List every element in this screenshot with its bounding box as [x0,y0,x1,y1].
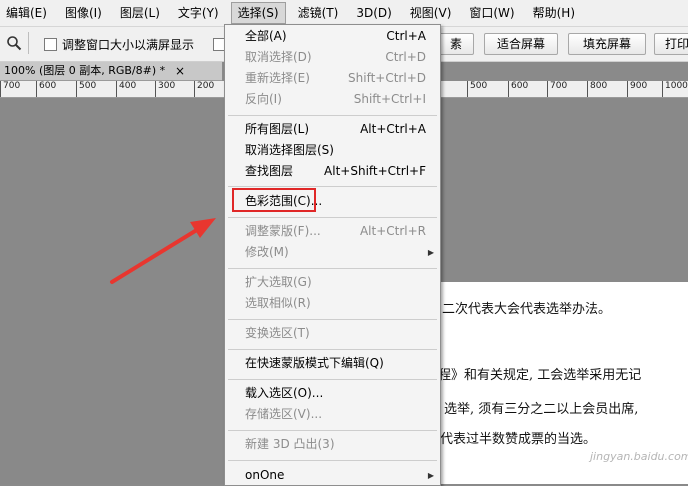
menu-type[interactable]: 文字(Y) [172,2,225,24]
menu-edit[interactable]: 编辑(E) [0,2,53,24]
menu-item-label: 扩大选取(G) [245,275,312,289]
menu-item-quick-mask[interactable]: 在快速蒙版模式下编辑(Q) [225,353,440,374]
highlight-box [232,188,316,212]
menu-separator [228,268,437,269]
horizontal-ruler-right: 500 600 700 800 900 1000 [440,81,688,98]
menu-image[interactable]: 图像(I) [59,2,108,24]
document-tab-title: 100% (图层 0 副本, RGB/8#) * [4,64,166,77]
document-text-line: 程》和有关规定, 工会选举采用无记 [438,368,642,383]
menu-item-onone[interactable]: onOne ▶ [225,465,440,485]
menu-item-deselect[interactable]: 取消选择(D) Ctrl+D [225,47,440,68]
menu-item-shortcut: Ctrl+D [385,50,426,64]
menu-item-label: 取消选择图层(S) [245,143,334,157]
menu-select[interactable]: 选择(S) [230,2,286,24]
print-size-button[interactable]: 打印 [654,33,688,55]
document-tab[interactable]: 100% (图层 0 副本, RGB/8#) * × [0,62,222,81]
menu-item-label: 查找图层 [245,164,294,178]
menu-item-shortcut: Alt+Ctrl+A [360,122,426,136]
menu-item-reselect[interactable]: 重新选择(E) Shift+Ctrl+D [225,68,440,89]
menu-item-find-layers[interactable]: 查找图层 Alt+Shift+Ctrl+F [225,161,440,182]
watermark: jingyan.baidu.com [590,450,688,463]
menu-item-grow[interactable]: 扩大选取(G) [225,272,440,293]
menu-item-label: 存储选区(V)... [245,407,323,421]
menu-3d[interactable]: 3D(D) [350,2,397,24]
menu-item-refine-mask[interactable]: 调整蒙版(F)... Alt+Ctrl+R [225,221,440,242]
menu-help[interactable]: 帮助(H) [527,2,581,24]
menu-item-label: 载入选区(O)... [245,386,324,400]
submenu-arrow-icon: ▶ [427,248,434,257]
close-icon[interactable]: × [175,62,185,80]
menu-item-label: 全部(A) [245,29,287,43]
menu-item-similar[interactable]: 选取相似(R) [225,293,440,314]
resize-window-checkbox[interactable] [44,38,57,51]
menu-item-label: 选取相似(R) [245,296,311,310]
ruler-tick: 500 [467,81,487,97]
menu-item-transform-selection[interactable]: 变换选区(T) [225,323,440,344]
menu-item-shortcut: Shift+Ctrl+D [348,71,426,85]
ruler-tick: 900 [627,81,647,97]
ruler-tick: 500 [76,81,96,97]
select-menu-dropdown: 全部(A) Ctrl+A 取消选择(D) Ctrl+D 重新选择(E) Shif… [224,24,441,486]
zoom-icon[interactable] [6,35,22,51]
menu-item-save-selection[interactable]: 存储选区(V)... [225,404,440,425]
menu-item-new-3d-extrusion[interactable]: 新建 3D 凸出(3) [225,434,440,455]
menu-item-inverse[interactable]: 反向(I) Shift+Ctrl+I [225,89,440,110]
menu-separator [228,460,437,461]
resize-window-label: 调整窗口大小以满屏显示 [62,38,195,52]
menu-item-label: 重新选择(E) [245,71,310,85]
menu-window[interactable]: 窗口(W) [463,2,520,24]
document-text-line: 选举, 须有三分之二以上会员出席, [444,402,639,417]
ruler-tick: 600 [508,81,528,97]
menu-item-label: 新建 3D 凸出(3) [245,437,335,451]
menu-item-shortcut: Shift+Ctrl+I [353,92,426,106]
menu-item-label: 变换选区(T) [245,326,310,340]
menu-item-label: 调整蒙版(F)... [245,224,321,238]
menu-item-shortcut: Ctrl+A [386,29,426,43]
menu-separator [228,217,437,218]
menu-bar: 编辑(E) 图像(I) 图层(L) 文字(Y) 选择(S) 滤镜(T) 3D(D… [0,0,688,27]
menu-separator [228,379,437,380]
menu-separator [228,349,437,350]
menu-separator [228,319,437,320]
horizontal-ruler-left: 700 600 500 400 300 200 [0,81,224,98]
menu-item-label: 所有图层(L) [245,122,310,136]
document-text-line: 二次代表大会代表选举办法。 [442,302,612,317]
menu-item-label: onOne [245,468,285,482]
ruler-tick: 800 [587,81,607,97]
document-text-line: 代表过半数赞成票的当选。 [440,432,597,447]
ruler-tick: 700 [0,81,20,97]
menu-layer[interactable]: 图层(L) [114,2,166,24]
menu-item-select-all[interactable]: 全部(A) Ctrl+A [225,26,440,47]
menu-filter[interactable]: 滤镜(T) [292,2,345,24]
ruler-tick: 600 [36,81,56,97]
menu-item-modify[interactable]: 修改(M) ▶ [225,242,440,263]
menu-item-deselect-layers[interactable]: 取消选择图层(S) [225,140,440,161]
separator [28,32,29,54]
menu-separator [228,115,437,116]
ruler-tick: 200 [194,81,214,97]
ruler-tick: 700 [547,81,567,97]
menu-item-label: 修改(M) [245,245,289,259]
menu-item-shortcut: Alt+Ctrl+R [359,224,426,238]
fit-screen-button[interactable]: 适合屏幕 [484,33,558,55]
menu-item-label: 在快速蒙版模式下编辑(Q) [245,356,384,370]
ruler-tick: 400 [116,81,136,97]
submenu-arrow-icon: ▶ [427,471,434,480]
menu-separator [228,430,437,431]
menu-view[interactable]: 视图(V) [404,2,458,24]
menu-item-label: 反向(I) [245,92,282,106]
ruler-tick: 300 [155,81,175,97]
menu-item-all-layers[interactable]: 所有图层(L) Alt+Ctrl+A [225,119,440,140]
actual-pixels-button[interactable]: 素 [438,33,474,55]
menu-item-load-selection[interactable]: 载入选区(O)... [225,383,440,404]
menu-item-shortcut: Alt+Shift+Ctrl+F [324,164,426,178]
menu-separator [228,186,437,187]
menu-item-label: 取消选择(D) [245,50,312,64]
ruler-tick: 1000 [662,81,688,97]
fill-screen-button[interactable]: 填充屏幕 [568,33,646,55]
